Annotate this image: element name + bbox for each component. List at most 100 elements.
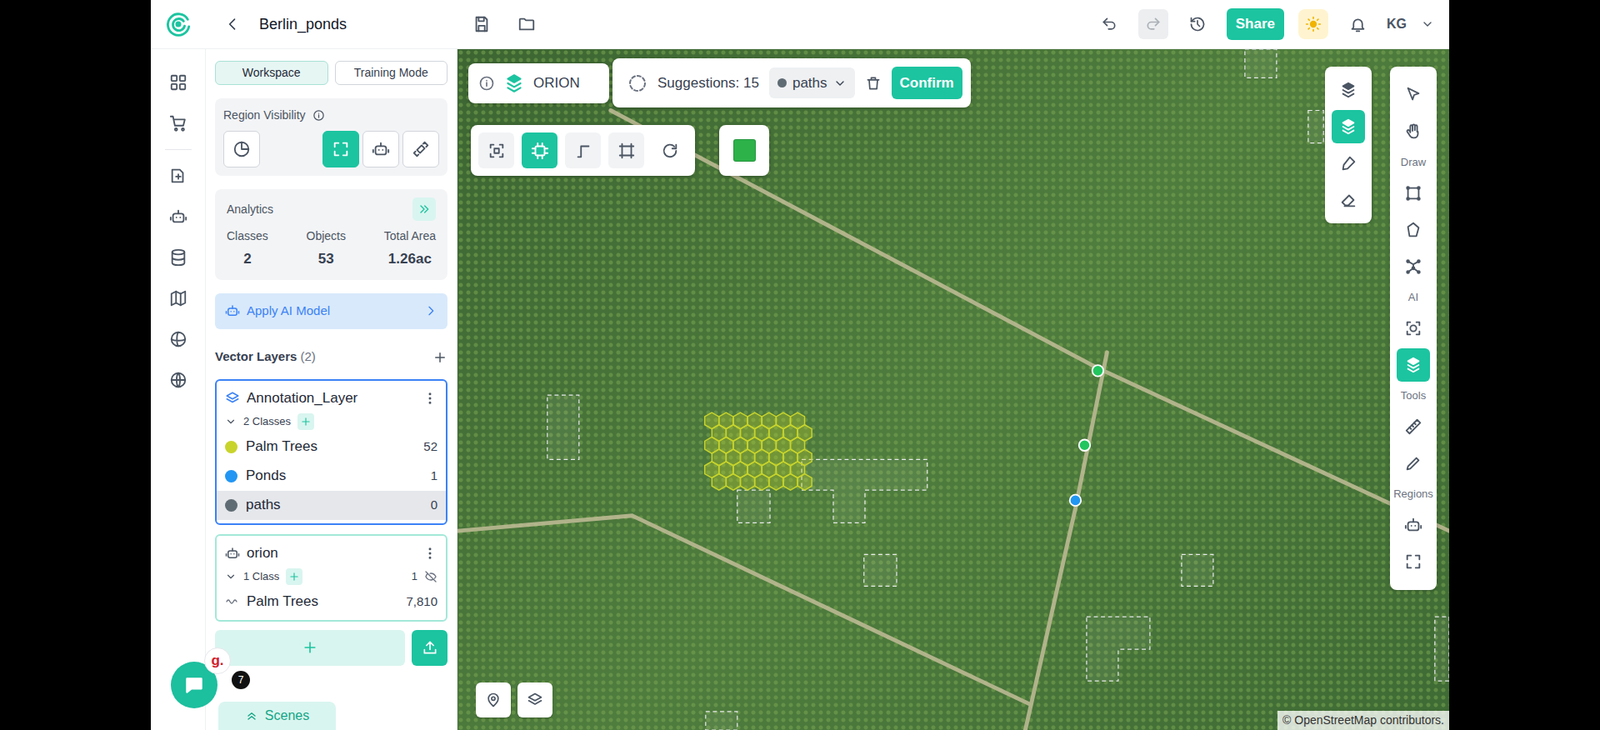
save-icon[interactable]	[472, 15, 491, 34]
models-icon[interactable]	[169, 207, 188, 226]
toolbar-button[interactable]	[1396, 410, 1430, 444]
dashboard-icon[interactable]	[169, 73, 188, 92]
add-layer-wide-button[interactable]	[215, 630, 405, 666]
orion-tool-button[interactable]	[651, 132, 688, 169]
toolbar-button[interactable]	[1396, 78, 1430, 112]
datasets-nav[interactable]	[150, 236, 206, 278]
layer-card[interactable]: orion1 Class1Palm Trees7,810	[215, 534, 448, 622]
undo-button[interactable]	[1094, 9, 1125, 40]
palm-tree-annotations[interactable]	[705, 412, 812, 490]
chevron-down-icon[interactable]	[1420, 17, 1435, 31]
save-button[interactable]	[472, 15, 491, 34]
toolbar-button[interactable]	[1396, 311, 1430, 345]
add-layer-button[interactable]	[432, 350, 448, 365]
expand-toggle[interactable]	[225, 570, 237, 583]
path-vertex[interactable]	[1070, 495, 1081, 506]
ai-detect-icon[interactable]	[1404, 319, 1423, 338]
back-button[interactable]	[224, 15, 241, 33]
app-logo[interactable]	[150, 10, 206, 39]
visibility-toggle[interactable]	[362, 130, 400, 168]
orion-icon[interactable]	[1404, 355, 1423, 375]
orion-tool-button[interactable]	[521, 132, 558, 169]
ai-chip-icon[interactable]	[530, 141, 550, 160]
chevron-down-icon[interactable]	[225, 570, 237, 583]
chevron-right-icon[interactable]	[424, 304, 438, 318]
double-chevron-up-icon[interactable]	[245, 709, 259, 723]
expand-toggle[interactable]	[225, 415, 237, 428]
eraser-icon[interactable]	[1339, 190, 1358, 210]
more-icon[interactable]	[422, 545, 438, 561]
visibility-toggle[interactable]	[322, 130, 360, 168]
upload-button[interactable]	[411, 630, 448, 666]
toolbar-button[interactable]	[1396, 213, 1430, 247]
mini-tool-button[interactable]	[1331, 73, 1365, 107]
toolbar-button[interactable]	[1396, 176, 1430, 210]
color-swatch[interactable]	[733, 139, 756, 162]
marketplace-nav[interactable]	[150, 102, 206, 144]
line-step-icon[interactable]	[574, 141, 593, 160]
class-row[interactable]: Ponds1	[216, 461, 446, 491]
class-row[interactable]: Palm Trees52	[216, 432, 446, 462]
add-class-button[interactable]	[297, 413, 315, 430]
class-row[interactable]: Palm Trees7,810	[216, 587, 446, 617]
timeline-icon[interactable]	[232, 140, 251, 159]
map-canvas[interactable]: ORIONSuggestions: 15pathsConfirmDrawAITo…	[457, 49, 1450, 730]
class-row[interactable]: paths0	[216, 490, 446, 520]
more-icon[interactable]	[422, 390, 438, 406]
orion-tool-button[interactable]	[478, 132, 515, 169]
vertex-mesh-icon[interactable]	[1404, 257, 1423, 276]
double-chevron-right-icon[interactable]	[417, 202, 431, 216]
orion-tool-button[interactable]	[608, 132, 645, 169]
plus-icon[interactable]	[301, 639, 319, 656]
scenes-tab[interactable]: Scenes	[218, 701, 336, 730]
ai-regions-icon[interactable]	[371, 140, 390, 159]
layer-menu-button[interactable]	[422, 390, 438, 406]
chat-icon[interactable]	[183, 674, 205, 696]
maps-nav[interactable]	[150, 277, 206, 319]
box-detect-icon[interactable]	[487, 141, 506, 160]
mini-tool-button[interactable]	[1331, 146, 1365, 180]
reset-icon[interactable]	[660, 141, 680, 160]
full-extent-icon[interactable]	[331, 140, 350, 159]
globe-nav[interactable]	[150, 359, 206, 400]
projects-icon[interactable]	[169, 166, 188, 185]
info-icon[interactable]	[478, 75, 495, 92]
undo-icon[interactable]	[1100, 15, 1118, 33]
orion-outline-icon[interactable]	[1339, 80, 1358, 100]
pan-icon[interactable]	[1404, 122, 1423, 141]
toolbar-button[interactable]	[1396, 348, 1430, 382]
layer-card[interactable]: Annotation_Layer2 ClassesPalm Trees52Pon…	[215, 379, 448, 525]
explore-nav[interactable]	[150, 318, 206, 360]
toolbar-button[interactable]	[1396, 508, 1430, 542]
logo-icon[interactable]	[164, 10, 193, 39]
locate-button[interactable]	[475, 682, 511, 718]
globe-icon[interactable]	[169, 370, 188, 390]
mini-tool-button[interactable]	[1331, 183, 1365, 217]
visibility-toggle[interactable]	[223, 130, 260, 168]
user-avatar[interactable]: KG	[1386, 14, 1407, 35]
history-button[interactable]	[1182, 9, 1213, 40]
toolbar-button[interactable]	[1396, 446, 1430, 480]
pen-icon[interactable]	[1404, 454, 1423, 473]
region-robot-icon[interactable]	[1404, 515, 1423, 535]
mode-tab[interactable]: Workspace	[215, 60, 329, 85]
chat-widget[interactable]: g.7	[170, 647, 255, 715]
models-nav[interactable]	[150, 195, 206, 237]
plus-icon[interactable]	[432, 350, 448, 365]
crop-region-icon[interactable]	[617, 141, 636, 160]
layer-menu-button[interactable]	[422, 545, 438, 561]
brush-icon[interactable]	[1339, 154, 1358, 173]
info-icon[interactable]	[312, 109, 325, 122]
eye-off-icon[interactable]	[424, 570, 438, 584]
layers-icon[interactable]	[526, 691, 544, 709]
theme-toggle[interactable]	[1298, 9, 1329, 40]
visibility-toggle[interactable]	[402, 130, 440, 168]
region-outlines[interactable]	[547, 49, 1450, 730]
chevron-down-icon[interactable]	[225, 415, 237, 428]
toolbar-button[interactable]	[1396, 250, 1430, 284]
fullscreen-icon[interactable]	[1404, 552, 1423, 571]
notifications-button[interactable]	[1342, 9, 1373, 40]
explore-icon[interactable]	[169, 330, 188, 349]
pointer-icon[interactable]	[1404, 85, 1423, 105]
imagery-icon[interactable]	[411, 140, 430, 159]
